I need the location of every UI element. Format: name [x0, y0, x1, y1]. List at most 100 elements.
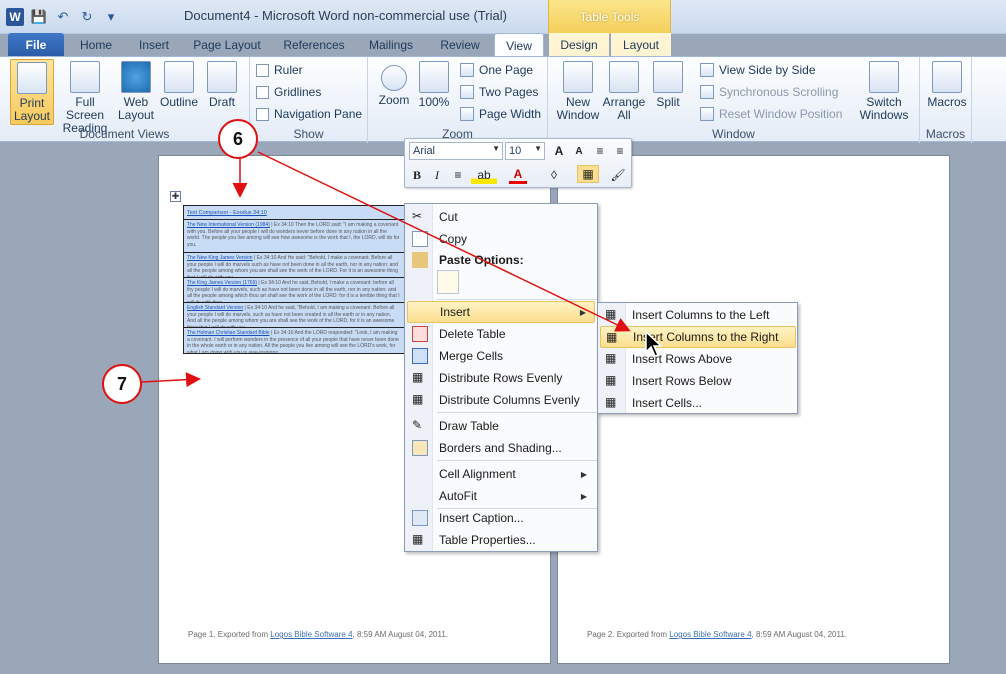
menu-item-insert[interactable]: Insert ▶: [407, 301, 595, 323]
group-zoom: Zoom 100% One Page Two Pages Page Width …: [368, 57, 548, 143]
shading-icon[interactable]: ◊: [543, 166, 565, 184]
menu-item-borders-shading[interactable]: Borders and Shading...: [407, 437, 595, 459]
tab-references[interactable]: References: [276, 33, 352, 57]
reset-window-position-button[interactable]: Reset Window Position: [700, 104, 842, 124]
scissors-icon: ✂: [412, 209, 423, 223]
full-screen-reading-button[interactable]: Full Screen Reading: [56, 59, 114, 135]
split-button[interactable]: Split: [650, 59, 686, 125]
format-painter-icon[interactable]: 🖌: [609, 166, 627, 184]
menu-item-distribute-columns[interactable]: ▦ Distribute Columns Evenly: [407, 389, 595, 411]
switch-windows-button[interactable]: Switch Windows: [852, 59, 916, 125]
table-tools-group: Table Tools: [548, 0, 671, 34]
menu-item-cut[interactable]: ✂ Cut: [407, 206, 595, 228]
navigation-pane-checkbox[interactable]: Navigation Pane: [256, 104, 362, 124]
table-move-handle-icon[interactable]: ✚: [170, 191, 181, 202]
mini-toolbar: Arial ▼ 10 ▼ A A ≡ ≡ B I ≡ ab A ◊ ▦ 🖌: [404, 138, 632, 188]
table-row[interactable]: The Holman Christian Standard Bible | Ex…: [184, 328, 404, 353]
menu-item-insert-caption[interactable]: Insert Caption...: [407, 507, 595, 529]
page-2-footer: Page 2. Exported from Logos Bible Softwa…: [587, 630, 848, 639]
menu-item-merge-cells[interactable]: Merge Cells: [407, 345, 595, 367]
undo-icon[interactable]: ↶: [54, 8, 72, 26]
tab-insert[interactable]: Insert: [128, 33, 180, 57]
menu-item-delete-table[interactable]: Delete Table: [407, 323, 595, 345]
ribbon: Print Layout Full Screen Reading Web Lay…: [0, 56, 1006, 143]
increase-indent-icon[interactable]: ≡: [611, 142, 629, 160]
draft-button[interactable]: Draft: [204, 59, 240, 125]
draft-icon: [207, 61, 237, 93]
tab-view[interactable]: View: [494, 33, 544, 58]
decrease-indent-icon[interactable]: ≡: [591, 142, 609, 160]
print-layout-button[interactable]: Print Layout: [10, 59, 54, 125]
menu-item-copy[interactable]: Copy: [407, 228, 595, 250]
synchronous-scrolling-button[interactable]: Synchronous Scrolling: [700, 82, 838, 102]
font-name-box[interactable]: Arial ▼: [409, 142, 503, 160]
bold-icon[interactable]: B: [409, 166, 425, 184]
caption-icon: [412, 510, 428, 526]
arrange-all-button[interactable]: Arrange All: [602, 59, 646, 125]
grow-font-icon[interactable]: A: [551, 142, 567, 160]
word-logo-icon[interactable]: W: [6, 8, 24, 26]
logos-link[interactable]: Logos Bible Software 4: [270, 630, 352, 639]
highlight-icon[interactable]: ab: [471, 166, 497, 184]
tab-home[interactable]: Home: [72, 33, 120, 57]
menu-item-insert-columns-right[interactable]: ▦ Insert Columns to the Right: [600, 326, 796, 348]
view-side-by-side-button[interactable]: View Side by Side: [700, 60, 816, 80]
logos-link[interactable]: Logos Bible Software 4: [669, 630, 751, 639]
borders-icon[interactable]: ▦: [577, 165, 599, 183]
page-1-footer: Page 1. Exported from Logos Bible Softwa…: [188, 630, 449, 639]
menu-item-table-properties[interactable]: ▦ Table Properties...: [407, 529, 595, 551]
insert-rows-above-icon: ▦: [605, 351, 617, 365]
ribbon-tabs: File Home Insert Page Layout References …: [0, 33, 1006, 58]
tab-page-layout[interactable]: Page Layout: [188, 33, 266, 57]
menu-item-insert-rows-below[interactable]: ▦ Insert Rows Below: [600, 370, 796, 392]
paste-keep-formatting-icon[interactable]: [437, 270, 459, 294]
gridlines-checkbox[interactable]: Gridlines: [256, 82, 321, 102]
arrange-all-icon: [609, 61, 639, 93]
redo-icon[interactable]: ↻: [78, 8, 96, 26]
tab-mailings[interactable]: Mailings: [360, 33, 422, 57]
menu-item-insert-cells[interactable]: ▦ Insert Cells...: [600, 392, 796, 414]
menu-item-insert-columns-left[interactable]: ▦ Insert Columns to the Left: [600, 304, 796, 326]
tab-file[interactable]: File: [8, 33, 64, 57]
menu-item-cell-alignment[interactable]: Cell Alignment ▶: [407, 463, 595, 485]
tab-review[interactable]: Review: [432, 33, 488, 57]
two-pages-button[interactable]: Two Pages: [460, 82, 538, 102]
tab-design[interactable]: Design: [549, 33, 609, 57]
document-table[interactable]: Text Comparison - Exodus 34:10 The New I…: [183, 205, 405, 354]
reset-window-icon: [700, 107, 714, 121]
customize-qat-icon[interactable]: ▾: [102, 8, 120, 26]
menu-item-distribute-rows[interactable]: ▦ Distribute Rows Evenly: [407, 367, 595, 389]
center-align-icon[interactable]: ≡: [449, 166, 467, 184]
menu-item-autofit[interactable]: AutoFit ▶: [407, 485, 595, 507]
web-layout-button[interactable]: Web Layout: [116, 59, 156, 125]
zoom-button[interactable]: Zoom: [376, 59, 412, 125]
quick-access-toolbar: W 💾 ↶ ↻ ▾: [6, 8, 120, 26]
new-window-button[interactable]: New Window: [556, 59, 600, 125]
table-row[interactable]: The New International Version (1984) | E…: [184, 220, 404, 253]
navigation-pane-check-icon: [256, 107, 269, 121]
table-row[interactable]: The New King James Version | Ex 34:10 An…: [184, 253, 404, 278]
zoom-100-button[interactable]: 100%: [416, 59, 452, 125]
table-row[interactable]: The King James Version (1769) | Ex 34:10…: [184, 278, 404, 303]
table-properties-icon: ▦: [412, 532, 424, 546]
page-width-button[interactable]: Page Width: [460, 104, 541, 124]
shrink-font-icon[interactable]: A: [571, 142, 587, 160]
mouse-cursor-icon: [645, 330, 663, 357]
menu-item-draw-table[interactable]: ✎ Draw Table: [407, 415, 595, 437]
tab-layout[interactable]: Layout: [611, 33, 671, 57]
insert-rows-below-icon: ▦: [605, 373, 617, 387]
table-row[interactable]: Text Comparison - Exodus 34:10: [184, 206, 404, 220]
macros-button[interactable]: Macros: [926, 59, 968, 125]
table-row[interactable]: English Standard Version | Ex 34:10 And …: [184, 303, 404, 328]
ruler-check-icon: [256, 63, 269, 77]
one-page-button[interactable]: One Page: [460, 60, 533, 80]
insert-columns-right-icon: ▦: [606, 330, 618, 344]
outline-button[interactable]: Outline: [158, 59, 200, 125]
distribute-columns-icon: ▦: [412, 392, 424, 406]
font-size-box[interactable]: 10 ▼: [505, 142, 545, 160]
font-color-icon[interactable]: A: [509, 166, 527, 184]
ruler-checkbox[interactable]: Ruler: [256, 60, 303, 80]
save-icon[interactable]: 💾: [30, 8, 48, 26]
italic-icon[interactable]: I: [429, 166, 445, 184]
menu-item-insert-rows-above[interactable]: ▦ Insert Rows Above: [600, 348, 796, 370]
